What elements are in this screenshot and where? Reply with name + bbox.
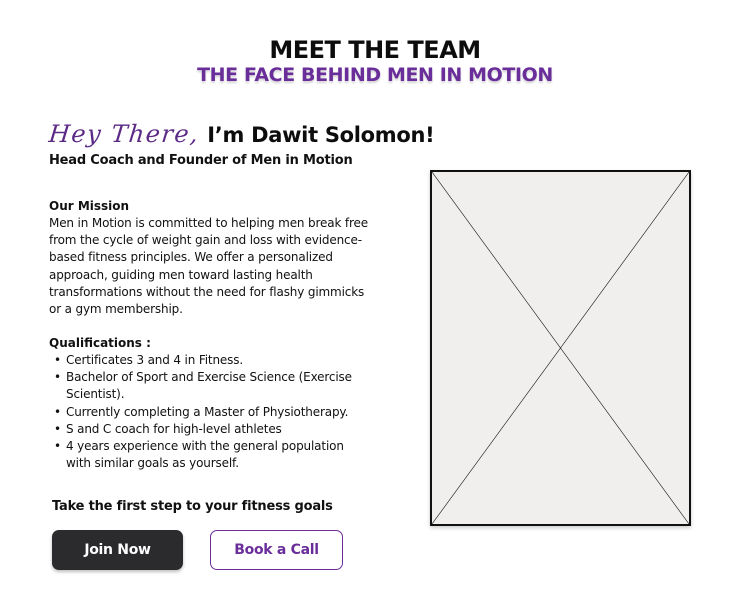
join-now-button[interactable]: Join Now <box>52 530 183 570</box>
list-item: Bachelor of Sport and Exercise Science (… <box>49 369 369 403</box>
coach-photo-placeholder <box>430 170 691 526</box>
list-item: Certificates 3 and 4 in Fitness. <box>49 352 369 369</box>
mission-heading: Our Mission <box>49 199 130 213</box>
qualifications-list: Certificates 3 and 4 in Fitness. Bachelo… <box>49 352 369 472</box>
list-item: Currently completing a Master of Physiot… <box>49 404 369 421</box>
page-title: MEET THE TEAM <box>269 36 481 64</box>
page-subtitle: THE FACE BEHIND MEN IN MOTION <box>197 64 553 86</box>
intro-heading: Hey There, I’m Dawit Solomon! <box>47 120 435 148</box>
coach-role: Head Coach and Founder of Men in Motion <box>49 153 353 168</box>
mission-text: Men in Motion is committed to helping me… <box>49 216 368 317</box>
coach-name: I’m Dawit Solomon! <box>207 123 435 147</box>
image-placeholder-icon <box>432 172 689 524</box>
list-item: S and C coach for high-level athletes <box>49 421 369 438</box>
page-header: MEET THE TEAM THE FACE BEHIND MEN IN MOT… <box>0 36 750 86</box>
greeting-text: Hey There, <box>47 120 201 148</box>
list-item: 4 years experience with the general popu… <box>49 438 369 472</box>
qualifications-heading: Qualifications : <box>49 336 151 350</box>
cta-text: Take the first step to your fitness goal… <box>52 499 333 514</box>
book-call-button[interactable]: Book a Call <box>210 530 343 570</box>
